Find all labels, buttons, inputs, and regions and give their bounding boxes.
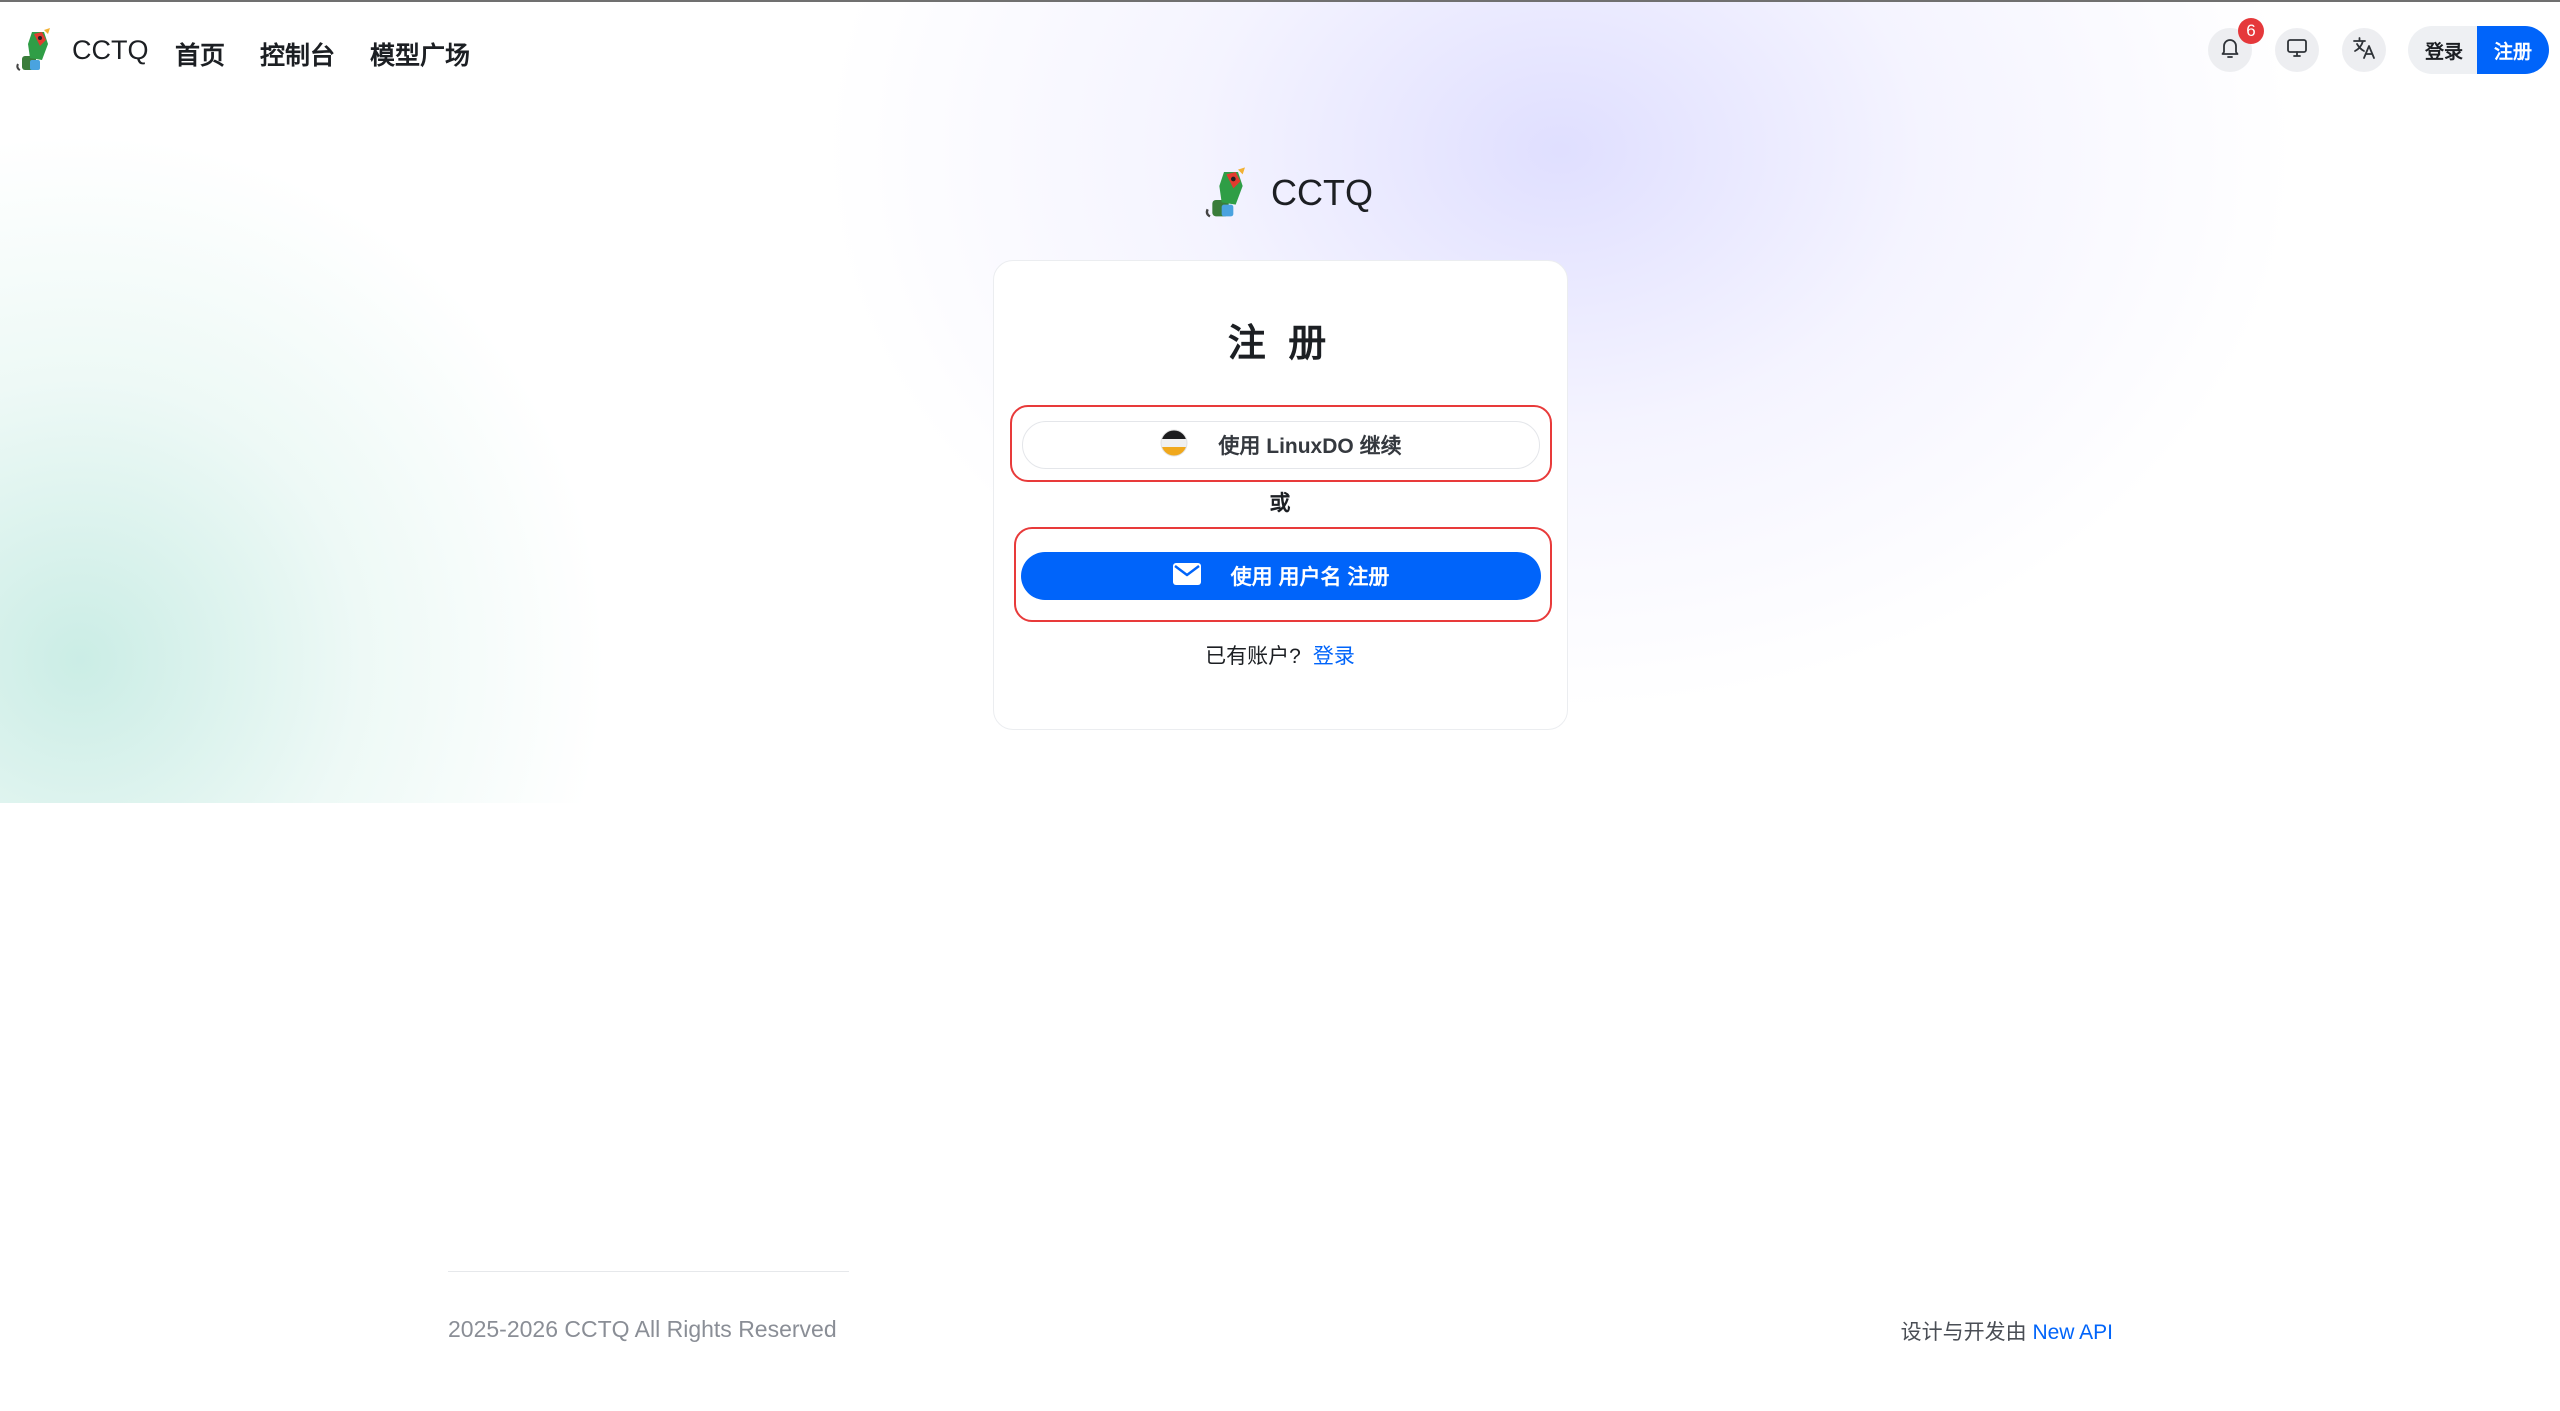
username-register-label: 使用 用户名 注册 (1230, 566, 1390, 589)
form-brand: CCTQ (1203, 164, 1373, 222)
logo-icon (14, 26, 62, 74)
powered-prefix: 设计与开发由 (1900, 1321, 2027, 1344)
theme-display-button[interactable] (2275, 28, 2319, 72)
logo-icon (1203, 165, 1259, 221)
username-register-button[interactable]: 使用 用户名 注册 (1021, 552, 1541, 600)
translate-icon (2351, 35, 2377, 66)
nav-model-market[interactable]: 模型广场 (370, 36, 470, 72)
linuxdo-label: 使用 LinuxDO 继续 (1218, 435, 1402, 458)
header-login-button[interactable]: 登录 (2408, 26, 2480, 74)
or-divider: 或 (1269, 492, 1291, 515)
monitor-icon (2285, 36, 2309, 65)
login-link[interactable]: 登录 (1313, 645, 1355, 668)
nav-console[interactable]: 控制台 (260, 36, 335, 72)
footer-copyright: 2025-2026 CCTQ All Rights Reserved (448, 1316, 837, 1342)
notification-badge: 6 (2238, 18, 2264, 44)
has-account-text: 已有账户? (1205, 645, 1301, 668)
brand-name: CCTQ (72, 34, 149, 65)
has-account-row: 已有账户? 登录 (0, 640, 2560, 670)
bell-icon (2218, 36, 2242, 65)
linuxdo-icon (1160, 429, 1188, 462)
footer-powered-by: 设计与开发由 New API (1901, 1316, 2113, 1346)
language-button[interactable] (2342, 28, 2386, 72)
notification-button[interactable]: 6 (2208, 18, 2264, 72)
header-register-button[interactable]: 注册 (2477, 26, 2549, 74)
footer-divider (448, 1271, 849, 1272)
mail-icon (1172, 562, 1201, 590)
nav-home[interactable]: 首页 (175, 36, 225, 72)
header-brand[interactable]: CCTQ (14, 26, 149, 74)
main-nav: 首页 控制台 模型广场 (175, 36, 470, 72)
register-page: CCTQ 首页 控制台 模型广场 6 登录 注册 CCTQ 注 册 使用 Lin… (0, 0, 2560, 1411)
linuxdo-continue-button[interactable]: 使用 LinuxDO 继续 (1022, 421, 1540, 469)
new-api-link[interactable]: New API (2032, 1321, 2113, 1344)
top-header: CCTQ 首页 控制台 模型广场 6 登录 注册 (0, 2, 2560, 98)
register-title: 注 册 (1227, 323, 1333, 365)
form-brand-name: CCTQ (1271, 172, 1373, 213)
